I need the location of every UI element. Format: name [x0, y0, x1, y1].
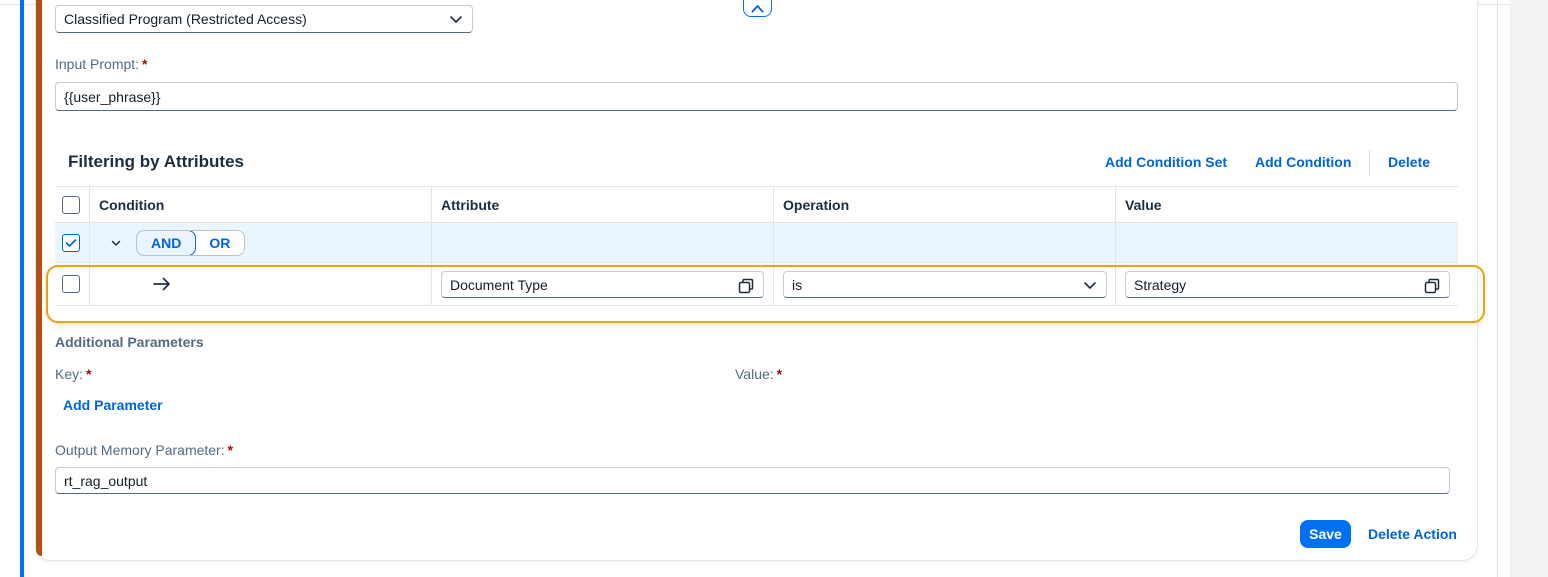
table-row: Document Type is Strategy [55, 263, 1458, 306]
additional-parameters-title: Additional Parameters [55, 334, 204, 350]
row-checkbox[interactable] [62, 275, 80, 293]
required-marker: * [86, 366, 92, 382]
value-label: Value: * [735, 366, 782, 382]
column-header-operation[interactable]: Operation [774, 187, 849, 222]
attribute-value: Document Type [450, 276, 548, 293]
group-select-cell [62, 223, 80, 262]
column-divider [773, 263, 774, 305]
arrow-right-icon [153, 263, 171, 305]
chevron-down-icon [111, 240, 121, 246]
column-divider [89, 223, 90, 262]
column-header-value[interactable]: Value [1116, 187, 1162, 222]
or-option[interactable]: OR [195, 231, 244, 255]
delete-condition-button[interactable]: Delete [1388, 154, 1430, 170]
action-card-stripe [36, 0, 42, 556]
required-marker: * [776, 366, 783, 382]
right-side-panel [1510, 0, 1548, 577]
value-help-icon[interactable] [738, 278, 754, 294]
column-divider [89, 263, 90, 305]
required-marker: * [227, 442, 234, 458]
input-prompt-label: Input Prompt: * [55, 56, 148, 72]
logic-operator-segmented: AND OR [136, 223, 246, 262]
column-divider [431, 223, 432, 262]
input-prompt-value: {{user_phrase}} [64, 88, 161, 105]
filtering-title: Filtering by Attributes [68, 152, 244, 171]
operation-value: is [792, 276, 803, 293]
group-expand-toggle[interactable] [111, 223, 121, 262]
table-header-row: Condition Attribute Operation Value [55, 186, 1458, 223]
add-condition-set-button[interactable]: Add Condition Set [1105, 154, 1227, 170]
operation-select[interactable]: is [783, 271, 1107, 298]
output-memory-label: Output Memory Parameter: * [55, 442, 233, 458]
group-row-checkbox[interactable] [62, 233, 80, 252]
column-header-attribute[interactable]: Attribute [432, 187, 499, 222]
column-divider [1115, 223, 1116, 262]
output-memory-label-text: Output Memory Parameter: [55, 442, 225, 458]
select-all-checkbox[interactable] [62, 195, 80, 214]
save-button[interactable]: Save [1300, 520, 1351, 548]
chevron-up-icon [751, 5, 764, 13]
output-memory-value: rt_rag_output [64, 472, 148, 489]
column-divider [431, 263, 432, 305]
input-prompt-label-text: Input Prompt: [55, 56, 140, 72]
checkmark-icon [65, 238, 77, 247]
key-label: Key: * [55, 366, 91, 382]
condition-group-row: AND OR [55, 223, 1458, 263]
add-parameter-button[interactable]: Add Parameter [63, 397, 163, 413]
value-input[interactable]: Strategy [1125, 271, 1450, 298]
value-help-icon[interactable] [1424, 278, 1440, 294]
toolbar-separator [1369, 150, 1370, 176]
row-select-cell [62, 263, 80, 305]
select-all-cell [62, 187, 80, 222]
column-divider [773, 223, 774, 262]
scroll-divider [1497, 0, 1498, 577]
active-step-indicator [20, 0, 24, 577]
program-select[interactable]: Classified Program (Restricted Access) [55, 5, 473, 33]
column-divider [1115, 263, 1116, 305]
and-option[interactable]: AND [137, 230, 197, 255]
chevron-down-icon [1084, 282, 1096, 289]
collapse-button[interactable] [743, 0, 772, 17]
key-label-text: Key: [55, 366, 84, 382]
attribute-input[interactable]: Document Type [441, 271, 764, 298]
value-label-text: Value: [735, 366, 774, 382]
output-memory-field[interactable]: rt_rag_output [55, 467, 1450, 494]
add-condition-button[interactable]: Add Condition [1255, 154, 1351, 170]
delete-action-button[interactable]: Delete Action [1368, 526, 1457, 542]
program-select-value: Classified Program (Restricted Access) [64, 11, 307, 27]
and-or-toggle: AND OR [136, 229, 246, 256]
required-marker: * [142, 56, 148, 72]
input-prompt-field[interactable]: {{user_phrase}} [55, 82, 1458, 111]
chevron-down-icon [450, 16, 462, 23]
value-text: Strategy [1134, 276, 1187, 293]
column-header-condition[interactable]: Condition [90, 187, 164, 222]
